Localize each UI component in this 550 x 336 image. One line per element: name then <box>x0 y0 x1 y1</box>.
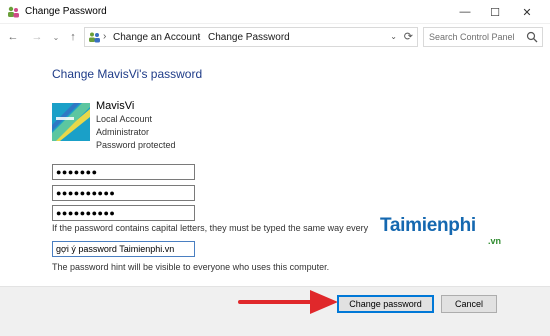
control-panel-icon <box>88 31 101 43</box>
confirm-password-field[interactable]: ●●●●●●●●●● <box>52 205 195 221</box>
crumb-change-password[interactable]: Change Password <box>208 32 290 43</box>
close-button[interactable]: ✕ <box>512 0 542 24</box>
address-dropdown-chevron-icon[interactable]: ⌄ <box>390 32 397 41</box>
user-name: MavisVi <box>96 100 135 112</box>
cancel-button[interactable]: Cancel <box>441 295 497 313</box>
user-avatar <box>52 103 90 141</box>
up-arrow-icon[interactable]: ↑ <box>66 29 80 45</box>
watermark-text: Taimienphi <box>380 215 476 236</box>
users-icon <box>8 6 19 18</box>
breadcrumb-separator: › <box>103 31 107 42</box>
new-password-field[interactable]: ●●●●●●●●●● <box>52 185 195 201</box>
search-icon <box>526 31 538 43</box>
search-placeholder: Search Control Panel <box>429 32 515 42</box>
forward-arrow-icon[interactable]: → <box>30 29 44 45</box>
back-arrow-icon[interactable]: ← <box>6 29 20 45</box>
watermark-logo: Taimienphi .vn <box>372 214 507 248</box>
crumb-change-an-account[interactable]: Change an Account <box>113 32 200 43</box>
address-bar: ← → ⌄ ↑ › Change an Account › Change Pas… <box>0 24 550 50</box>
search-input[interactable]: Search Control Panel <box>423 27 543 47</box>
minimize-button[interactable]: — <box>450 0 480 24</box>
current-password-field[interactable]: ●●●●●●● <box>52 164 195 180</box>
account-type: Local Account <box>96 114 153 124</box>
refresh-icon[interactable]: ⟳ <box>404 30 413 43</box>
breadcrumb-separator: › <box>197 31 201 42</box>
hint-visibility-note: The password hint will be visible to eve… <box>52 262 330 272</box>
password-status: Password protected <box>96 140 176 150</box>
capital-letters-note: If the password contains capital letters… <box>52 223 369 233</box>
watermark-sub: .vn <box>487 236 501 246</box>
account-role: Administrator <box>96 127 150 137</box>
password-hint-field[interactable]: gợi ý password Taimienphi.vn <box>52 241 195 257</box>
page-title: Change MavisVi's password <box>52 67 203 81</box>
maximize-button[interactable]: ☐ <box>480 0 510 24</box>
change-password-button[interactable]: Change password <box>337 295 434 313</box>
recent-locations-chevron-icon[interactable]: ⌄ <box>49 29 63 45</box>
user-info: MavisVi Local Account Administrator Pass… <box>96 100 176 152</box>
breadcrumb[interactable]: › Change an Account › Change Password ⌄ … <box>84 27 418 47</box>
title-bar: Change Password — ☐ ✕ <box>0 0 550 24</box>
red-arrow-icon <box>238 290 338 314</box>
window-title: Change Password <box>25 6 107 17</box>
